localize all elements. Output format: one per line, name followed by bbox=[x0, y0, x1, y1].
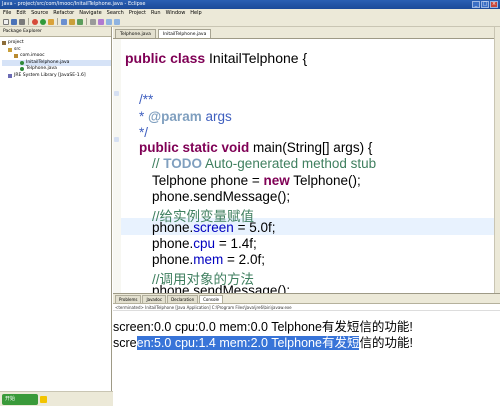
new-package-icon[interactable] bbox=[69, 18, 75, 25]
new-class-icon[interactable] bbox=[77, 18, 83, 25]
print-icon[interactable] bbox=[19, 18, 25, 25]
toolbar-separator bbox=[28, 18, 29, 25]
code-line: * @param args bbox=[139, 109, 232, 124]
menu-bar: File Edit Source Refactor Navigate Searc… bbox=[0, 9, 500, 17]
console-view: Problems Javadoc Declaration Console <te… bbox=[113, 293, 500, 406]
editor-gutter bbox=[113, 39, 121, 293]
code-line: Telphone phone = new Telphone(); bbox=[152, 173, 361, 188]
save-icon[interactable] bbox=[11, 18, 17, 25]
package-explorer: Package Explorer project src com.imooc I… bbox=[0, 27, 112, 406]
console-status: <terminated> InitailTelphone [Java Appli… bbox=[113, 304, 500, 311]
code-area[interactable]: public class InitailTelphone { /** * @pa… bbox=[113, 39, 500, 293]
forward-icon[interactable] bbox=[114, 18, 120, 25]
minimize-button[interactable]: _ bbox=[472, 1, 480, 8]
search-icon[interactable] bbox=[98, 18, 104, 25]
package-explorer-header: Package Explorer bbox=[0, 27, 111, 37]
menu-search[interactable]: Search bbox=[107, 9, 124, 17]
close-button[interactable]: × bbox=[490, 1, 498, 8]
folder-icon[interactable] bbox=[40, 396, 47, 403]
menu-edit[interactable]: Edit bbox=[16, 9, 26, 17]
code-line: phone.screen = 5.0f; bbox=[152, 220, 276, 235]
start-button[interactable]: 开始 bbox=[2, 394, 38, 405]
tab-declaration[interactable]: Declaration bbox=[167, 295, 199, 303]
code-line: phone.mem = 2.0f; bbox=[152, 252, 265, 267]
run-icon[interactable] bbox=[40, 18, 46, 25]
code-line: /** bbox=[139, 92, 154, 107]
editor-tab-initailtelphone[interactable]: InitailTelphone.java bbox=[157, 29, 212, 38]
window-title: Java - project/src/com/imooc/InitailTelp… bbox=[2, 1, 146, 7]
open-type-icon[interactable] bbox=[90, 18, 96, 25]
menu-window[interactable]: Window bbox=[166, 9, 186, 17]
code-editor: Telphone.java InitailTelphone.java publi… bbox=[113, 27, 500, 293]
status-bar: 开始 bbox=[0, 391, 113, 406]
project-tree: project src com.imooc InitailTelphone.ja… bbox=[0, 37, 111, 79]
source-folder-icon bbox=[8, 47, 12, 52]
menu-run[interactable]: Run bbox=[151, 9, 161, 17]
code-line: public static void main(String[] args) { bbox=[139, 140, 373, 155]
tree-item-jre[interactable]: JRE System Library [JavaSE-1.6] bbox=[2, 73, 111, 80]
editor-tab-telphone[interactable]: Telphone.java bbox=[115, 29, 156, 38]
back-icon[interactable] bbox=[106, 18, 112, 25]
fold-marker-icon[interactable] bbox=[114, 137, 119, 142]
console-output-line-2[interactable]: screen:5.0 cpu:1.4 mem:2.0 Telphone有发短信的… bbox=[113, 332, 413, 351]
editor-tabs: Telphone.java InitailTelphone.java bbox=[113, 27, 500, 39]
selected-text: en:5.0 cpu:1.4 mem:2.0 Telphone有发短 bbox=[136, 336, 360, 350]
code-line: */ bbox=[139, 125, 149, 140]
fold-marker-icon[interactable] bbox=[114, 91, 119, 96]
java-file-icon bbox=[20, 67, 24, 72]
new-java-project-icon[interactable] bbox=[61, 18, 67, 25]
toolbar-separator bbox=[57, 18, 58, 25]
menu-help[interactable]: Help bbox=[190, 9, 201, 17]
external-tools-icon[interactable] bbox=[48, 18, 54, 25]
debug-icon[interactable] bbox=[32, 18, 38, 25]
toolbar-separator bbox=[86, 18, 87, 25]
maximize-button[interactable]: □ bbox=[481, 1, 489, 8]
menu-navigate[interactable]: Navigate bbox=[79, 9, 101, 17]
menu-source[interactable]: Source bbox=[31, 9, 48, 17]
tab-console[interactable]: Console bbox=[199, 295, 224, 303]
code-line: phone.sendMessage(); bbox=[152, 189, 291, 204]
code-line: public class InitailTelphone { bbox=[125, 50, 308, 66]
menu-refactor[interactable]: Refactor bbox=[53, 9, 74, 17]
new-icon[interactable] bbox=[3, 18, 9, 25]
console-tabs: Problems Javadoc Declaration Console bbox=[113, 294, 500, 304]
library-icon bbox=[8, 73, 12, 78]
tab-problems[interactable]: Problems bbox=[115, 295, 142, 303]
tree-item-label: JRE System Library [JavaSE-1.6] bbox=[14, 72, 86, 78]
toolbar bbox=[0, 17, 500, 27]
java-file-icon bbox=[20, 60, 24, 65]
package-explorer-title: Package Explorer bbox=[3, 29, 42, 34]
project-folder-icon bbox=[2, 41, 6, 46]
code-line: phone.cpu = 1.4f; bbox=[152, 236, 257, 251]
code-line: phone.sendMessage(); bbox=[152, 283, 291, 293]
tab-javadoc[interactable]: Javadoc bbox=[142, 295, 167, 303]
menu-file[interactable]: File bbox=[3, 9, 11, 17]
menu-project[interactable]: Project bbox=[129, 9, 146, 17]
code-line: // TODO Auto-generated method stub bbox=[152, 156, 377, 171]
window-titlebar: Java - project/src/com/imooc/InitailTelp… bbox=[0, 0, 500, 9]
package-icon bbox=[14, 54, 18, 59]
overview-ruler bbox=[494, 27, 500, 293]
